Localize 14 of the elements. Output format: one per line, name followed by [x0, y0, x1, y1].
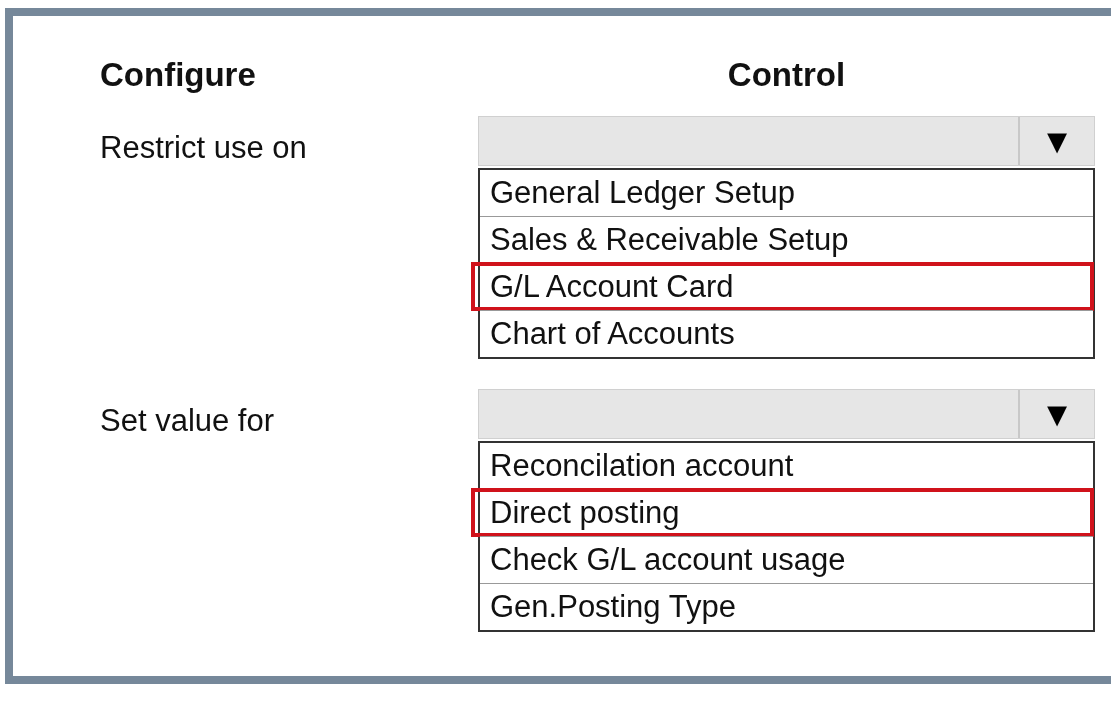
dropdown-option[interactable]: Gen.Posting Type — [480, 583, 1093, 630]
column-header: Configure — [100, 56, 257, 94]
dropdown-field[interactable]: ▼ — [478, 389, 1095, 439]
dropdown-option[interactable]: Chart of Accounts — [480, 310, 1093, 357]
dropdown-option[interactable]: Sales & Receivable Setup — [480, 216, 1093, 263]
field-label: Restrict use on — [100, 129, 308, 166]
dropdown-option[interactable]: Direct posting — [472, 489, 1093, 536]
dropdown-option[interactable]: G/L Account Card — [472, 263, 1093, 310]
dropdown-option[interactable]: Reconcilation account — [480, 443, 1093, 489]
field-label: Set value for — [100, 402, 276, 439]
dropdown-option[interactable]: General Ledger Setup — [480, 170, 1093, 216]
dropdown-option[interactable]: Check G/L account usage — [480, 536, 1093, 583]
dropdown-field[interactable]: ▼ — [478, 116, 1095, 166]
column-header: Control — [726, 56, 847, 94]
